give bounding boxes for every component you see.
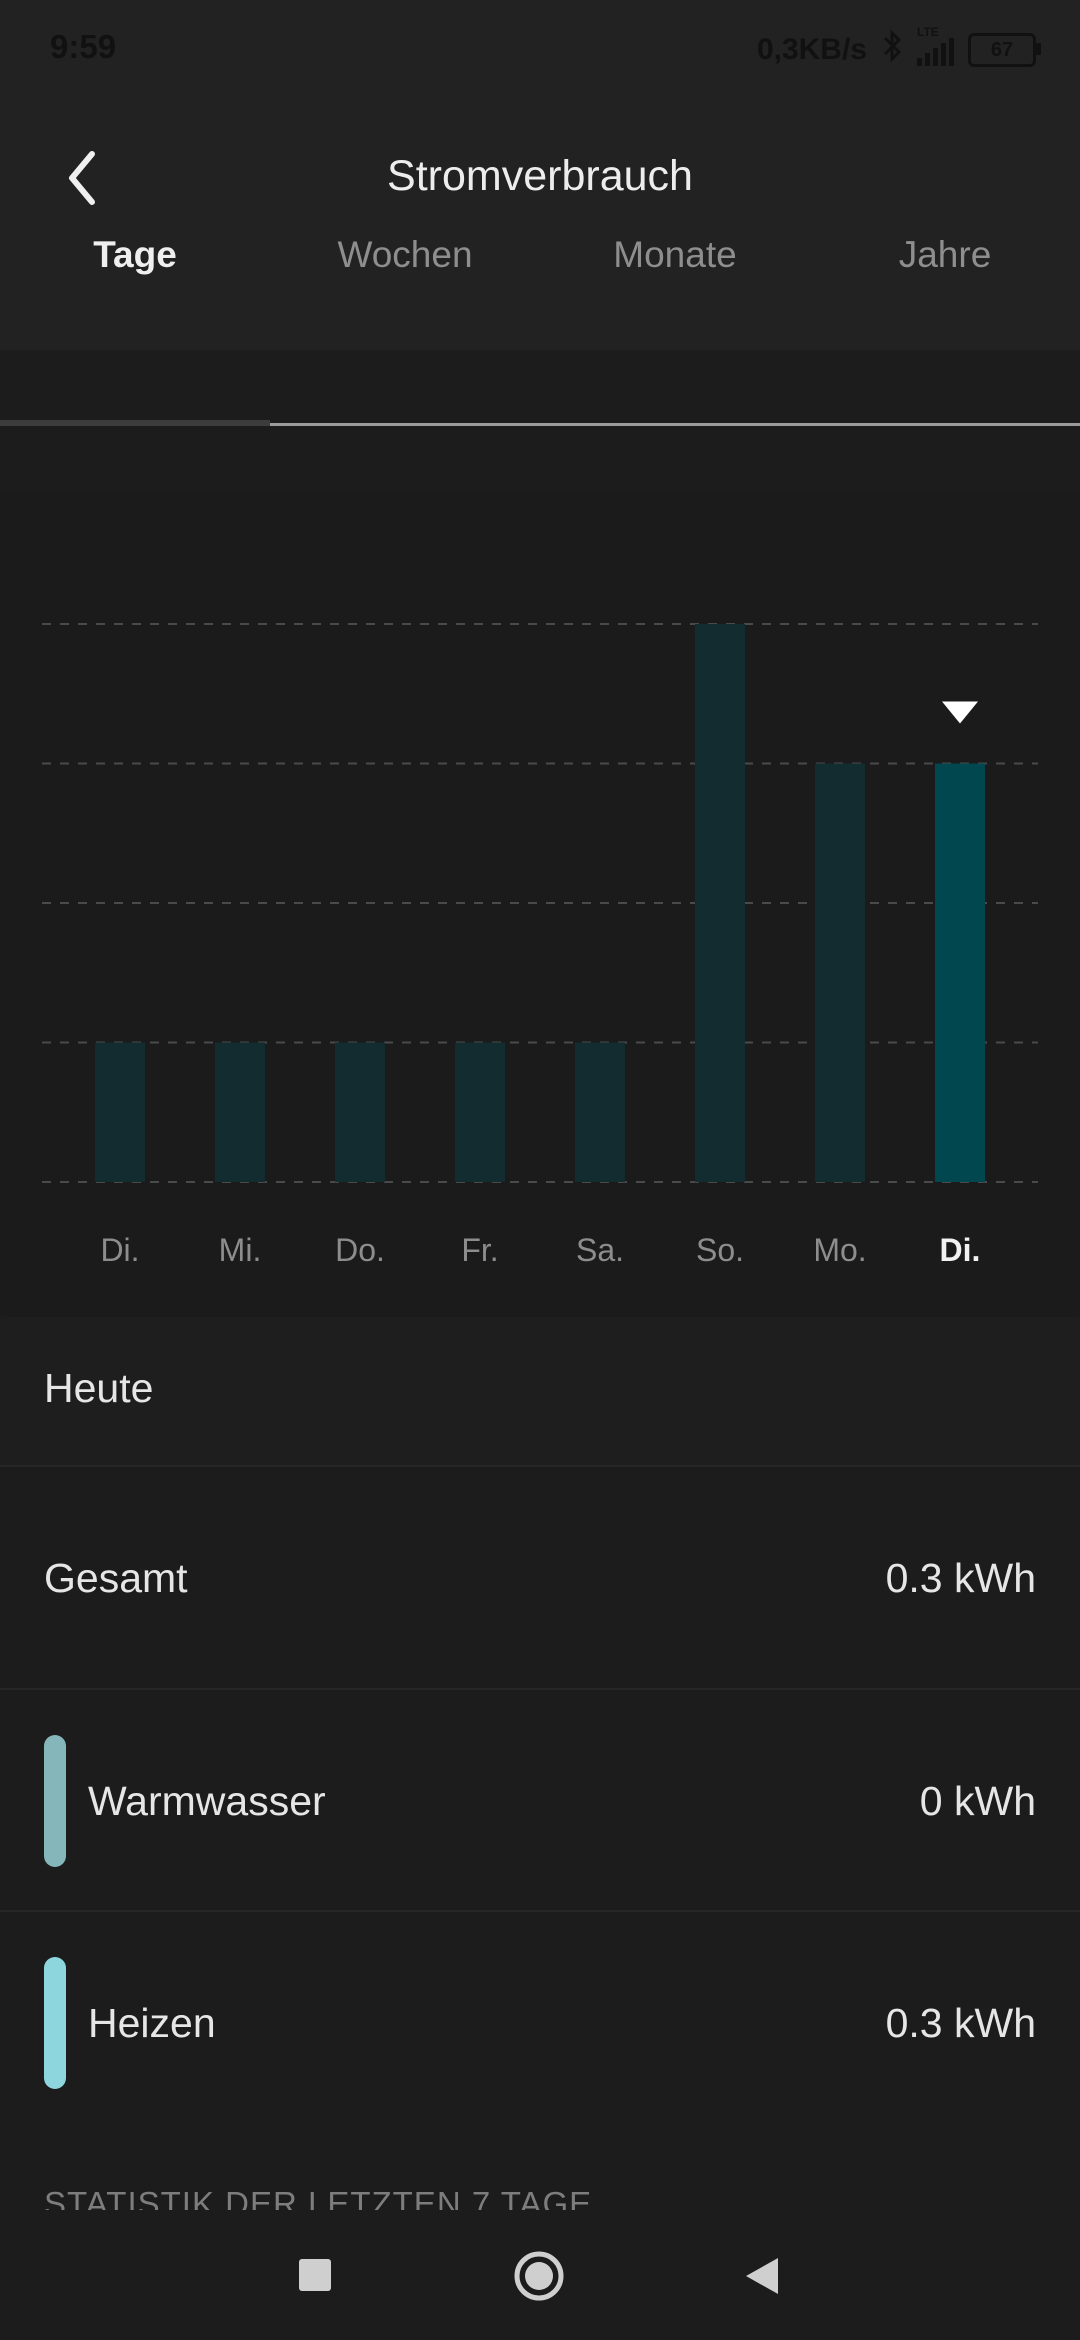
consumption-chart[interactable]: Di. Mi. Do. Fr. Sa. So. Mo. Di. (0, 492, 1080, 1317)
status-time: 9:59 (50, 28, 117, 65)
system-nav-bar (0, 2210, 1080, 2340)
status-bar: 9:59 0,3KB/s LTE 67 (0, 0, 1080, 100)
period-header: Heute (0, 1317, 1080, 1465)
tab-tage[interactable]: Tage (0, 225, 270, 325)
heizen-value: 0.3 kWh (885, 2000, 1036, 2046)
x-tick-label[interactable]: Di. (940, 1232, 981, 1268)
tab-jahre[interactable]: Jahre (810, 225, 1080, 325)
tab-monate[interactable]: Monate (540, 225, 810, 325)
chart-bar[interactable] (215, 1042, 265, 1183)
list-item-heizen: Heizen 0.3 kWh (0, 1910, 1080, 2137)
network-speed: 0,3KB/s (756, 33, 867, 66)
recent-apps-button[interactable] (298, 2258, 332, 2297)
period-tabs: Tage Wochen Monate Jahre (0, 225, 1080, 325)
warmwasser-value: 0 kWh (919, 1778, 1036, 1824)
selected-marker-icon (942, 701, 978, 724)
total-row: Gesamt 0.3 kWh (0, 1465, 1080, 1689)
total-label: Gesamt (44, 1555, 188, 1601)
chart-bar[interactable] (95, 1042, 145, 1183)
circle-icon (514, 2251, 564, 2301)
tab-active-indicator (0, 420, 270, 426)
status-indicators: 0,3KB/s LTE 67 (756, 26, 1041, 74)
chart-bar[interactable] (335, 1042, 385, 1183)
warmwasser-color-swatch (44, 1735, 66, 1867)
chart-bar[interactable] (455, 1042, 505, 1183)
square-icon (299, 2259, 331, 2291)
triangle-back-icon (746, 2258, 778, 2294)
battery-icon: 67 (968, 33, 1041, 67)
chart-bar[interactable] (575, 1042, 625, 1183)
home-button[interactable] (513, 2250, 565, 2307)
x-tick-label[interactable]: Sa. (576, 1232, 624, 1268)
network-type: LTE (917, 25, 939, 39)
heizen-label: Heizen (88, 2000, 216, 2046)
nav-back-button[interactable] (742, 2256, 782, 2301)
x-tick-label[interactable]: So. (696, 1232, 744, 1268)
bluetooth-icon (881, 29, 903, 71)
x-tick-label[interactable]: Di. (100, 1232, 139, 1268)
lte-signal-icon: LTE (917, 26, 954, 74)
list-item-warmwasser: Warmwasser 0 kWh (0, 1688, 1080, 1912)
battery-level: 67 (990, 38, 1014, 61)
page-title: Stromverbrauch (387, 152, 693, 200)
x-tick-label[interactable]: Do. (335, 1232, 385, 1268)
chart-bar[interactable] (695, 624, 745, 1182)
chart-bar[interactable] (815, 763, 865, 1183)
tab-wochen[interactable]: Wochen (270, 225, 540, 325)
x-tick-label[interactable]: Mi. (219, 1232, 262, 1268)
x-tick-label[interactable]: Fr. (461, 1232, 498, 1268)
chart-bar[interactable] (935, 763, 985, 1183)
warmwasser-label: Warmwasser (88, 1778, 326, 1824)
heizen-color-swatch (44, 1957, 66, 2089)
period-label: Heute (44, 1365, 154, 1411)
x-tick-label[interactable]: Mo. (813, 1232, 866, 1268)
total-value: 0.3 kWh (885, 1555, 1036, 1601)
chart-card: Di. Mi. Do. Fr. Sa. So. Mo. Di. (0, 492, 1080, 1317)
